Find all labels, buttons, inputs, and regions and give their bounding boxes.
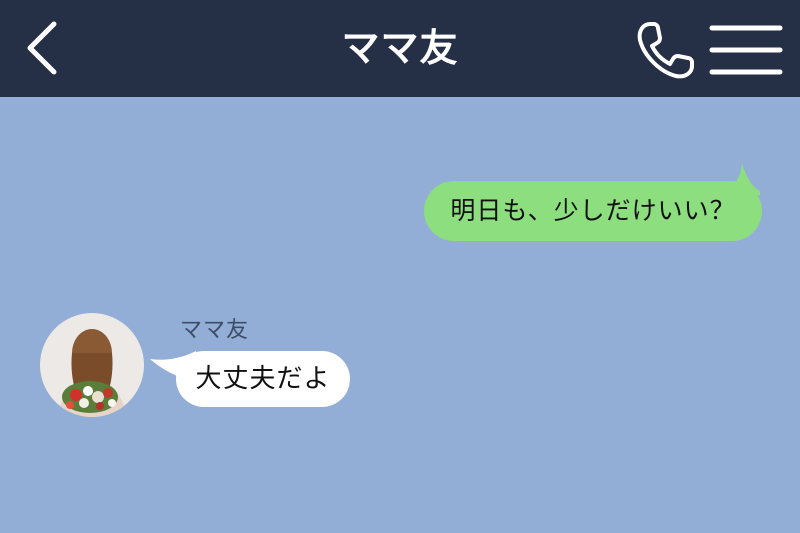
- hamburger-menu-icon: [709, 25, 783, 75]
- menu-button[interactable]: [708, 20, 788, 80]
- phone-icon: [637, 22, 694, 79]
- call-button[interactable]: [630, 16, 702, 84]
- chat-header: ママ友: [0, 0, 800, 97]
- incoming-message-bubble[interactable]: 大丈夫だよ: [176, 351, 350, 407]
- outgoing-message-bubble[interactable]: 明日も、少しだけいい？: [424, 181, 762, 241]
- avatar[interactable]: [40, 313, 144, 417]
- chat-area[interactable]: 明日も、少しだけいい？ ママ友 大丈夫だよ: [0, 97, 800, 533]
- sender-name: ママ友: [180, 318, 250, 343]
- avatar-image: [40, 313, 144, 417]
